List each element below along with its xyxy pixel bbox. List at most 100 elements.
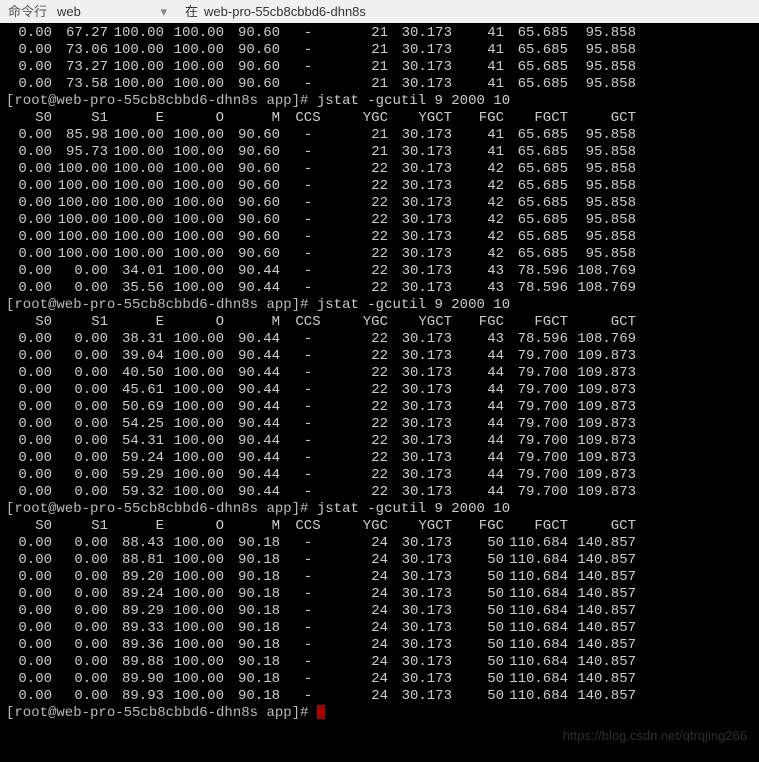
table-cell: 65.685 (504, 229, 568, 246)
table-cell: 89.20 (108, 569, 164, 586)
table-cell: 30.173 (388, 416, 452, 433)
terminal[interactable]: 0.0067.27100.00100.0090.60-2130.1734165.… (0, 23, 759, 728)
table-cell: 100.00 (164, 178, 224, 195)
table-cell: 100.00 (108, 127, 164, 144)
table-cell: 90.60 (224, 195, 280, 212)
table-cell: 22 (336, 331, 388, 348)
table-row: 0.00100.00100.00100.0090.60-2230.1734265… (6, 229, 753, 246)
table-cell: 79.700 (504, 433, 568, 450)
table-cell: 50 (452, 586, 504, 603)
table-cell: 0.00 (6, 195, 52, 212)
table-cell: 79.700 (504, 365, 568, 382)
table-cell: 90.60 (224, 161, 280, 178)
table-cell: 30.173 (388, 654, 452, 671)
table-cell: 65.685 (504, 25, 568, 42)
table-cell: 22 (336, 365, 388, 382)
table-cell: 24 (336, 688, 388, 705)
table-cell: 110.684 (504, 688, 568, 705)
table-row: 0.0073.27100.00100.0090.60-2130.1734165.… (6, 59, 753, 76)
table-cell: 109.873 (568, 348, 636, 365)
col-fgc: FGC (452, 518, 504, 535)
dropdown-value: web (57, 3, 81, 20)
table-cell: 100.00 (52, 195, 108, 212)
table-cell: - (280, 178, 336, 195)
table-row: 0.0067.27100.00100.0090.60-2130.1734165.… (6, 25, 753, 42)
table-cell: 59.32 (108, 484, 164, 501)
table-cell: 0.00 (52, 569, 108, 586)
table-cell: 41 (452, 25, 504, 42)
table-cell: 79.700 (504, 450, 568, 467)
table-cell: 30.173 (388, 331, 452, 348)
table-cell: 100.00 (164, 637, 224, 654)
col-m: M (224, 110, 280, 127)
table-cell: 42 (452, 246, 504, 263)
table-cell: 0.00 (6, 433, 52, 450)
table-cell: 79.700 (504, 348, 568, 365)
table-cell: 100.00 (164, 212, 224, 229)
table-cell: 0.00 (52, 433, 108, 450)
col-o: O (164, 314, 224, 331)
table-cell: 0.00 (6, 399, 52, 416)
table-cell: 41 (452, 42, 504, 59)
table-cell: 0.00 (52, 586, 108, 603)
context-dropdown[interactable]: web ▾ (53, 3, 171, 20)
table-cell: - (280, 280, 336, 297)
table-cell: 79.700 (504, 416, 568, 433)
table-cell: - (280, 416, 336, 433)
table-cell: 22 (336, 246, 388, 263)
col-e: E (108, 110, 164, 127)
table-cell: 100.00 (108, 144, 164, 161)
prompt: [root@web-pro-55cb8cbbd6-dhn8s app]# (6, 705, 317, 721)
table-cell: 140.857 (568, 620, 636, 637)
table-cell: 0.00 (52, 399, 108, 416)
table-cell: 100.00 (108, 178, 164, 195)
table-row: 0.000.0089.36100.0090.18-2430.17350110.6… (6, 637, 753, 654)
table-row: 0.0073.06100.00100.0090.60-2130.1734165.… (6, 42, 753, 59)
table-cell: - (280, 229, 336, 246)
table-cell: 79.700 (504, 467, 568, 484)
toolbar: 命令行 web ▾ 在 web-pro-55cb8cbbd6-dhn8s (0, 0, 759, 23)
toolbar-in-label: 在 (185, 3, 198, 20)
table-cell: 30.173 (388, 144, 452, 161)
table-cell: 21 (336, 76, 388, 93)
table-cell: 100.00 (164, 671, 224, 688)
table-cell: 110.684 (504, 535, 568, 552)
table-cell: 110.684 (504, 569, 568, 586)
table-cell: 95.858 (568, 246, 636, 263)
table-header-row: S0S1EOMCCSYGCYGCTFGCFGCTGCT (6, 518, 753, 535)
table-row: 0.000.0038.31100.0090.44-2230.1734378.59… (6, 331, 753, 348)
table-cell: 30.173 (388, 365, 452, 382)
col-o: O (164, 518, 224, 535)
table-cell: 44 (452, 484, 504, 501)
table-row: 0.0085.98100.00100.0090.60-2130.1734165.… (6, 127, 753, 144)
table-cell: 90.18 (224, 552, 280, 569)
table-cell: 110.684 (504, 671, 568, 688)
table-cell: 0.00 (6, 450, 52, 467)
table-cell: 44 (452, 348, 504, 365)
table-cell: 140.857 (568, 535, 636, 552)
table-cell: 0.00 (6, 331, 52, 348)
table-cell: 30.173 (388, 161, 452, 178)
col-gct: GCT (568, 518, 636, 535)
table-cell: 90.44 (224, 331, 280, 348)
table-cell: 44 (452, 450, 504, 467)
table-row: 0.000.0054.25100.0090.44-2230.1734479.70… (6, 416, 753, 433)
table-cell: 90.18 (224, 671, 280, 688)
table-cell: 54.31 (108, 433, 164, 450)
table-cell: - (280, 620, 336, 637)
table-cell: 95.858 (568, 25, 636, 42)
table-cell: 95.858 (568, 59, 636, 76)
table-cell: 100.00 (164, 399, 224, 416)
table-cell: 50 (452, 671, 504, 688)
table-cell: 30.173 (388, 25, 452, 42)
table-cell: 30.173 (388, 229, 452, 246)
table-cell: 50 (452, 603, 504, 620)
table-cell: 0.00 (52, 603, 108, 620)
table-cell: 109.873 (568, 467, 636, 484)
table-cell: 40.50 (108, 365, 164, 382)
table-cell: 100.00 (164, 467, 224, 484)
table-cell: 59.29 (108, 467, 164, 484)
table-cell: 30.173 (388, 467, 452, 484)
table-cell: - (280, 484, 336, 501)
table-row: 0.000.0089.20100.0090.18-2430.17350110.6… (6, 569, 753, 586)
